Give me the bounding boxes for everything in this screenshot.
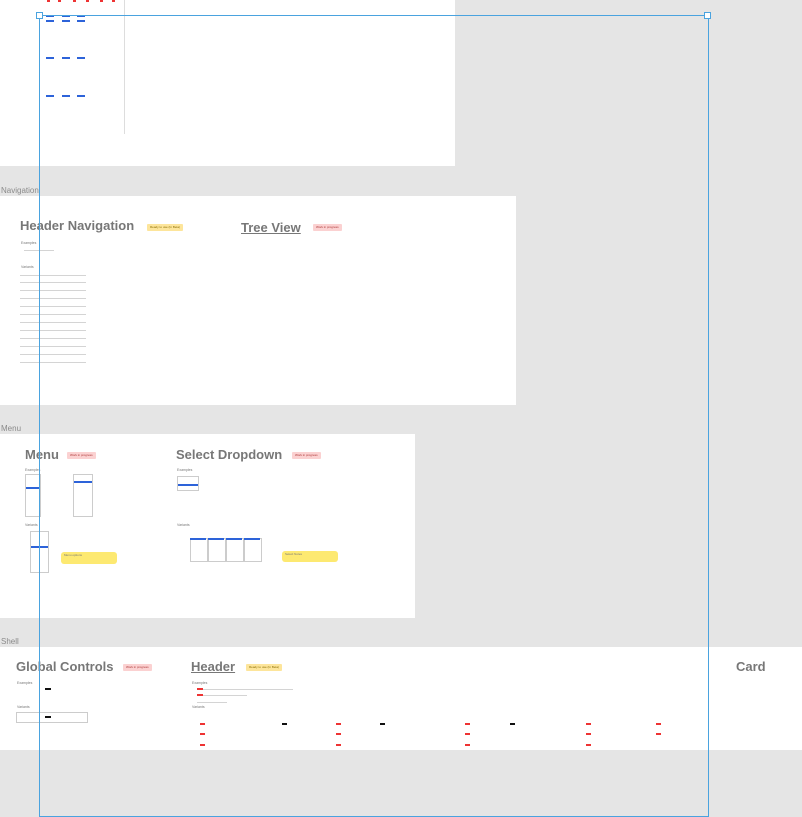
section-label-navigation: Navigation [1, 186, 39, 195]
examples-label: Examples [17, 681, 33, 685]
resize-handle-top-left[interactable] [36, 12, 43, 19]
variants-label: Variants [25, 523, 38, 527]
section-label-menu: Menu [1, 424, 22, 433]
status-marker [100, 0, 103, 2]
section-label-shell: Shell [1, 637, 19, 646]
status-marker [112, 0, 115, 2]
variants-label: Variants [17, 705, 30, 709]
status-marker [86, 0, 89, 2]
resize-handle-top-right[interactable] [704, 12, 711, 19]
status-marker [58, 0, 61, 2]
variants-label: Variants [21, 265, 34, 269]
status-marker [47, 0, 50, 2]
card-title: Card [736, 659, 766, 674]
examples-label: Examples [21, 241, 37, 245]
menu-item-selected [26, 487, 40, 489]
status-marker [73, 0, 76, 2]
selection-box[interactable] [39, 15, 709, 817]
